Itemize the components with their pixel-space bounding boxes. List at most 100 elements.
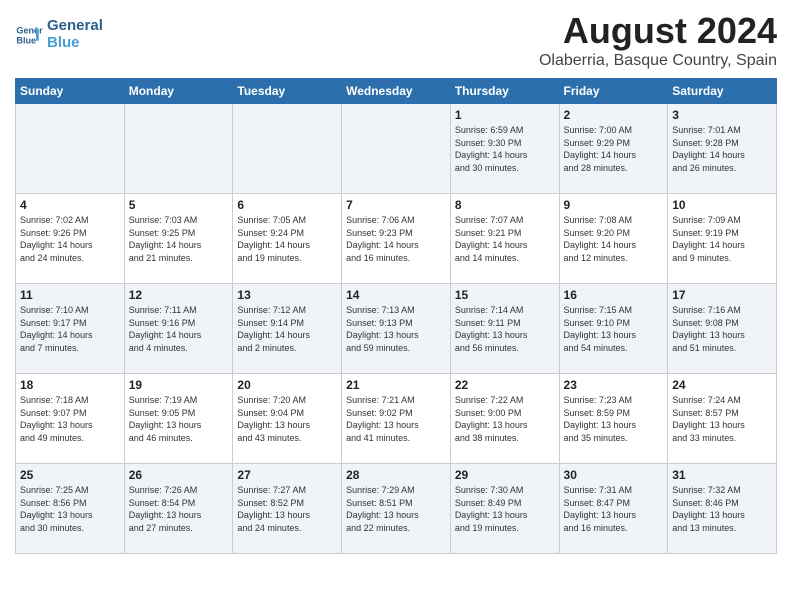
day-number: 23 — [564, 378, 664, 392]
calendar-cell-0-3 — [342, 104, 451, 194]
header-wednesday: Wednesday — [342, 79, 451, 104]
day-info: Sunrise: 6:59 AM Sunset: 9:30 PM Dayligh… — [455, 124, 555, 174]
logo-line1: General — [47, 18, 103, 35]
calendar-cell-0-6: 3Sunrise: 7:01 AM Sunset: 9:28 PM Daylig… — [668, 104, 777, 194]
sub-title: Olaberria, Basque Country, Spain — [539, 52, 777, 70]
main-title: August 2024 — [539, 10, 777, 52]
day-info: Sunrise: 7:23 AM Sunset: 8:59 PM Dayligh… — [564, 394, 664, 444]
day-number: 13 — [237, 288, 337, 302]
day-number: 8 — [455, 198, 555, 212]
calendar-cell-4-2: 27 Sunrise: 7:27 AM Sunset: 8:52 PM Dayli… — [233, 464, 342, 554]
day-info: Sunrise: 7:30 AM Sunset: 8:49 PM Dayligh… — [455, 484, 555, 534]
day-number: 6 — [237, 198, 337, 212]
calendar-cell-1-5: 9 Sunrise: 7:08 AM Sunset: 9:20 PM Daylig… — [559, 194, 668, 284]
calendar-table: SundayMondayTuesdayWednesdayThursdayFrid… — [15, 78, 777, 554]
day-info: Sunrise: 7:26 AM Sunset: 8:54 PM Dayligh… — [129, 484, 229, 534]
svg-text:Blue: Blue — [16, 35, 36, 45]
day-info: Sunrise: 7:32 AM Sunset: 8:46 PM Dayligh… — [672, 484, 772, 534]
day-number: 11 — [20, 288, 120, 302]
day-number: 17 — [672, 288, 772, 302]
day-info: Sunrise: 7:03 AM Sunset: 9:25 PM Dayligh… — [129, 214, 229, 264]
day-number: 9 — [564, 198, 664, 212]
logo-line2: Blue — [47, 35, 103, 52]
week-row-5: 25Sunrise: 7:25 AM Sunset: 8:56 PM Dayli… — [16, 464, 777, 554]
day-info: Sunrise: 7:15 AM Sunset: 9:10 PM Dayligh… — [564, 304, 664, 354]
logo: General Blue General Blue — [15, 18, 103, 51]
calendar-cell-1-6: 10 Sunrise: 7:09 AM Sunset: 9:19 PM Dayli… — [668, 194, 777, 284]
calendar-cell-2-5: 16 Sunrise: 7:15 AM Sunset: 9:10 PM Dayli… — [559, 284, 668, 374]
calendar-cell-1-3: 7 Sunrise: 7:06 AM Sunset: 9:23 PM Daylig… — [342, 194, 451, 284]
calendar-cell-4-4: 29 Sunrise: 7:30 AM Sunset: 8:49 PM Dayli… — [450, 464, 559, 554]
day-number: 14 — [346, 288, 446, 302]
day-info: Sunrise: 7:19 AM Sunset: 9:05 PM Dayligh… — [129, 394, 229, 444]
calendar-cell-0-1 — [124, 104, 233, 194]
calendar-cell-3-1: 19 Sunrise: 7:19 AM Sunset: 9:05 PM Dayli… — [124, 374, 233, 464]
day-number: 16 — [564, 288, 664, 302]
header-sunday: Sunday — [16, 79, 125, 104]
day-info: Sunrise: 7:18 AM Sunset: 9:07 PM Dayligh… — [20, 394, 120, 444]
calendar-cell-3-5: 23 Sunrise: 7:23 AM Sunset: 8:59 PM Dayli… — [559, 374, 668, 464]
day-info: Sunrise: 7:08 AM Sunset: 9:20 PM Dayligh… — [564, 214, 664, 264]
calendar-cell-0-2 — [233, 104, 342, 194]
calendar-cell-4-3: 28 Sunrise: 7:29 AM Sunset: 8:51 PM Dayli… — [342, 464, 451, 554]
day-number: 12 — [129, 288, 229, 302]
day-info: Sunrise: 7:10 AM Sunset: 9:17 PM Dayligh… — [20, 304, 120, 354]
calendar-cell-1-4: 8 Sunrise: 7:07 AM Sunset: 9:21 PM Daylig… — [450, 194, 559, 284]
day-number: 15 — [455, 288, 555, 302]
day-info: Sunrise: 7:20 AM Sunset: 9:04 PM Dayligh… — [237, 394, 337, 444]
week-row-1: 1Sunrise: 6:59 AM Sunset: 9:30 PM Daylig… — [16, 104, 777, 194]
day-number: 10 — [672, 198, 772, 212]
day-number: 4 — [20, 198, 120, 212]
day-info: Sunrise: 7:21 AM Sunset: 9:02 PM Dayligh… — [346, 394, 446, 444]
day-info: Sunrise: 7:05 AM Sunset: 9:24 PM Dayligh… — [237, 214, 337, 264]
day-number: 7 — [346, 198, 446, 212]
day-number: 29 — [455, 468, 555, 482]
header-monday: Monday — [124, 79, 233, 104]
header-friday: Friday — [559, 79, 668, 104]
day-info: Sunrise: 7:09 AM Sunset: 9:19 PM Dayligh… — [672, 214, 772, 264]
day-number: 26 — [129, 468, 229, 482]
day-number: 24 — [672, 378, 772, 392]
day-number: 18 — [20, 378, 120, 392]
week-row-2: 4Sunrise: 7:02 AM Sunset: 9:26 PM Daylig… — [16, 194, 777, 284]
day-info: Sunrise: 7:12 AM Sunset: 9:14 PM Dayligh… — [237, 304, 337, 354]
calendar-cell-1-0: 4Sunrise: 7:02 AM Sunset: 9:26 PM Daylig… — [16, 194, 125, 284]
logo-icon: General Blue — [15, 21, 43, 49]
day-info: Sunrise: 7:29 AM Sunset: 8:51 PM Dayligh… — [346, 484, 446, 534]
calendar-cell-2-0: 11 Sunrise: 7:10 AM Sunset: 9:17 PM Dayli… — [16, 284, 125, 374]
calendar-cell-1-2: 6 Sunrise: 7:05 AM Sunset: 9:24 PM Daylig… — [233, 194, 342, 284]
day-number: 31 — [672, 468, 772, 482]
day-number: 19 — [129, 378, 229, 392]
day-number: 30 — [564, 468, 664, 482]
calendar-cell-4-5: 30Sunrise: 7:31 AM Sunset: 8:47 PM Dayli… — [559, 464, 668, 554]
day-info: Sunrise: 7:07 AM Sunset: 9:21 PM Dayligh… — [455, 214, 555, 264]
day-number: 27 — [237, 468, 337, 482]
calendar-cell-0-0 — [16, 104, 125, 194]
calendar-cell-2-6: 17 Sunrise: 7:16 AM Sunset: 9:08 PM Dayli… — [668, 284, 777, 374]
svg-text:General: General — [16, 25, 43, 35]
header-saturday: Saturday — [668, 79, 777, 104]
calendar-cell-3-2: 20 Sunrise: 7:20 AM Sunset: 9:04 PM Dayli… — [233, 374, 342, 464]
calendar-cell-0-4: 1Sunrise: 6:59 AM Sunset: 9:30 PM Daylig… — [450, 104, 559, 194]
calendar-cell-4-1: 26 Sunrise: 7:26 AM Sunset: 8:54 PM Dayli… — [124, 464, 233, 554]
calendar-cell-1-1: 5Sunrise: 7:03 AM Sunset: 9:25 PM Daylig… — [124, 194, 233, 284]
day-info: Sunrise: 7:00 AM Sunset: 9:29 PM Dayligh… — [564, 124, 664, 174]
day-info: Sunrise: 7:24 AM Sunset: 8:57 PM Dayligh… — [672, 394, 772, 444]
week-row-3: 11 Sunrise: 7:10 AM Sunset: 9:17 PM Dayli… — [16, 284, 777, 374]
day-info: Sunrise: 7:27 AM Sunset: 8:52 PM Dayligh… — [237, 484, 337, 534]
day-info: Sunrise: 7:22 AM Sunset: 9:00 PM Dayligh… — [455, 394, 555, 444]
day-info: Sunrise: 7:14 AM Sunset: 9:11 PM Dayligh… — [455, 304, 555, 354]
calendar-cell-0-5: 2Sunrise: 7:00 AM Sunset: 9:29 PM Daylig… — [559, 104, 668, 194]
page-header: General Blue General Blue August 2024 Ol… — [15, 10, 777, 70]
calendar-cell-3-4: 22Sunrise: 7:22 AM Sunset: 9:00 PM Dayli… — [450, 374, 559, 464]
day-number: 28 — [346, 468, 446, 482]
day-number: 20 — [237, 378, 337, 392]
calendar-cell-3-0: 18 Sunrise: 7:18 AM Sunset: 9:07 PM Dayli… — [16, 374, 125, 464]
day-info: Sunrise: 7:16 AM Sunset: 9:08 PM Dayligh… — [672, 304, 772, 354]
header-tuesday: Tuesday — [233, 79, 342, 104]
day-number: 21 — [346, 378, 446, 392]
calendar-header-row: SundayMondayTuesdayWednesdayThursdayFrid… — [16, 79, 777, 104]
calendar-cell-2-4: 15 Sunrise: 7:14 AM Sunset: 9:11 PM Dayli… — [450, 284, 559, 374]
day-number: 25 — [20, 468, 120, 482]
day-info: Sunrise: 7:06 AM Sunset: 9:23 PM Dayligh… — [346, 214, 446, 264]
